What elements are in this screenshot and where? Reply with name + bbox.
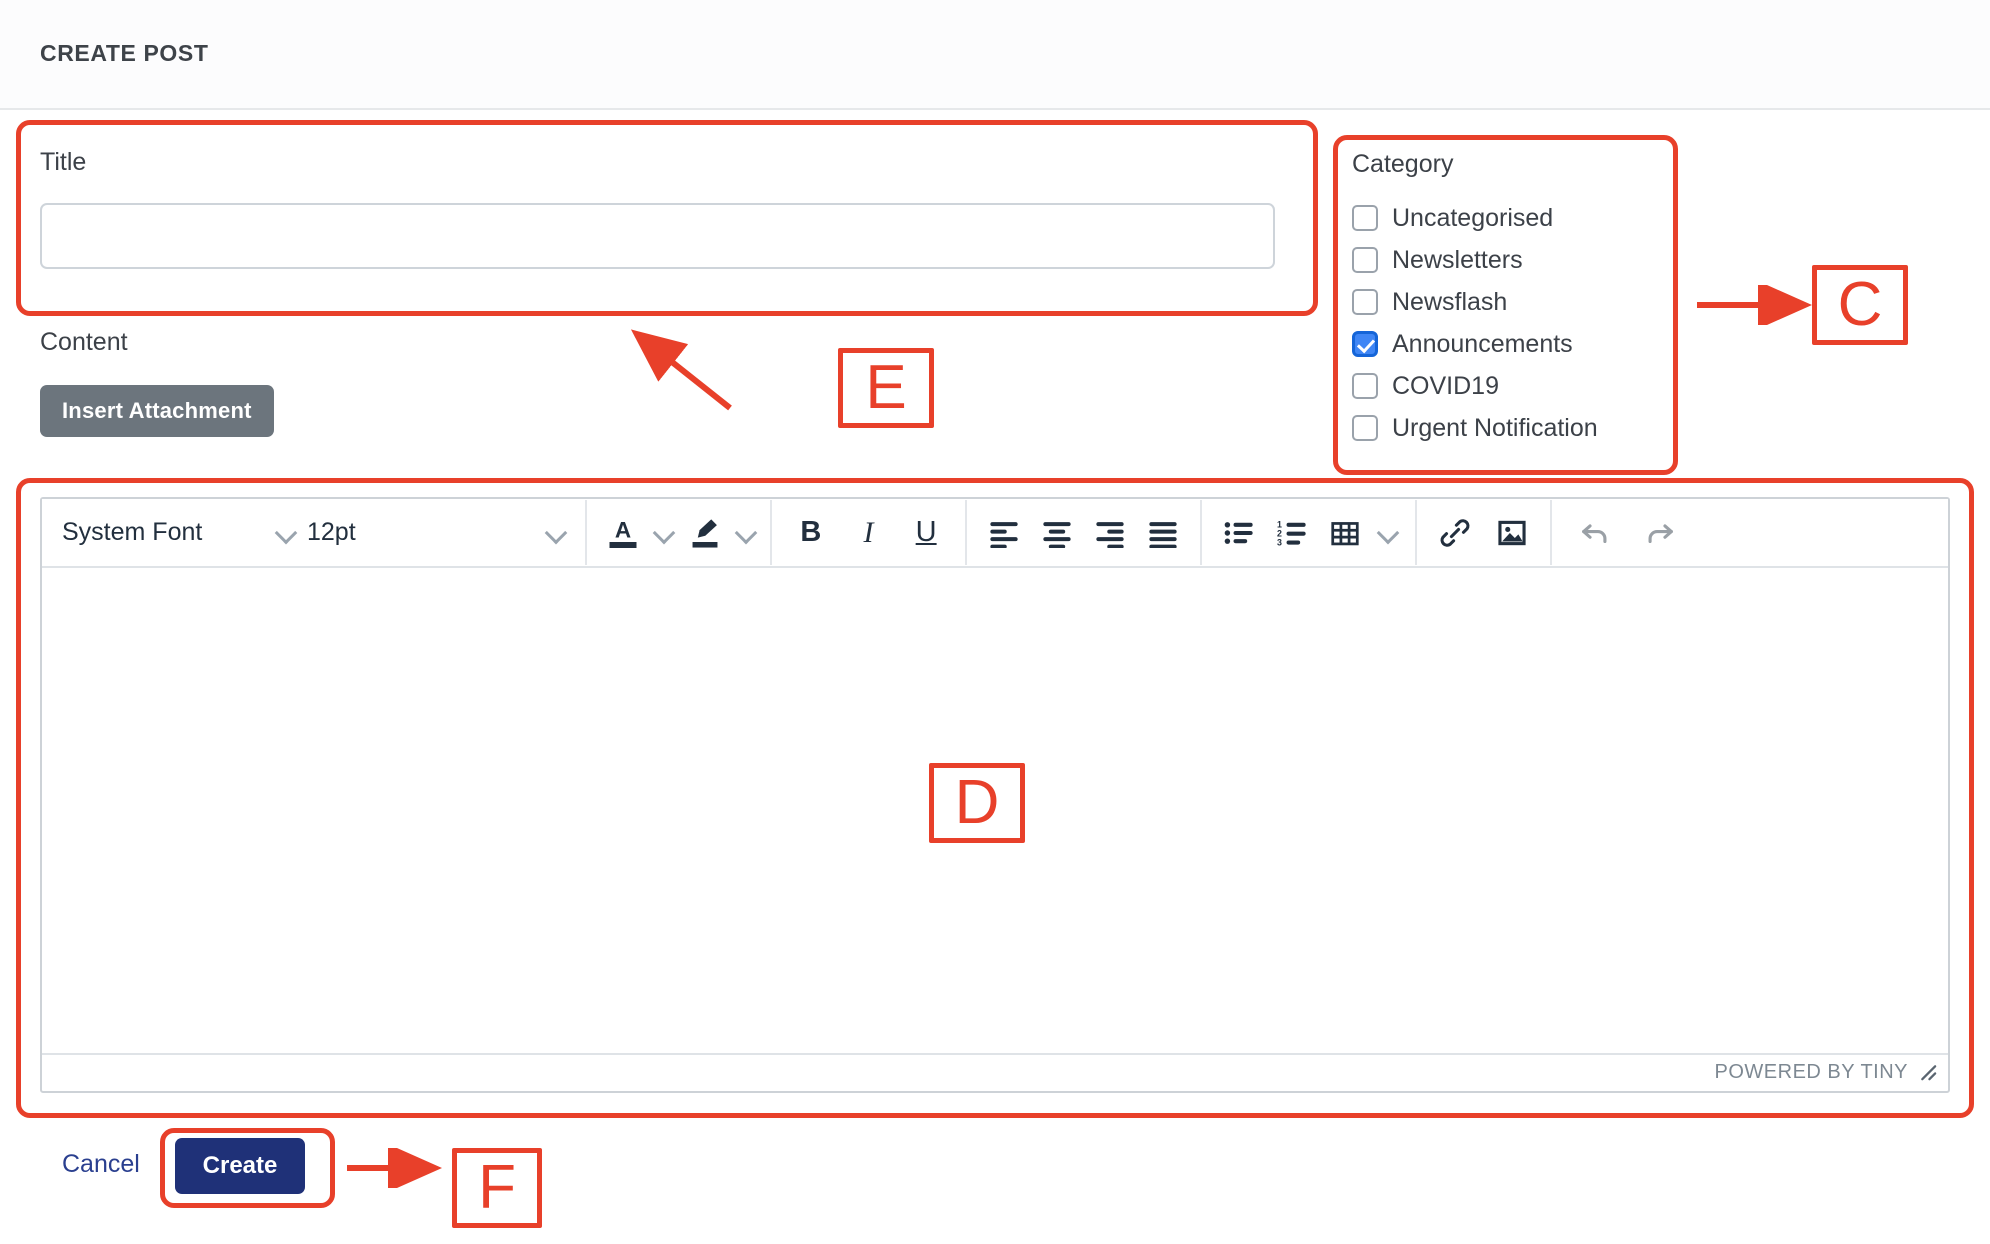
italic-button[interactable]: I bbox=[844, 509, 892, 557]
align-left-button[interactable] bbox=[979, 509, 1029, 557]
bold-button[interactable]: B bbox=[787, 509, 835, 557]
image-icon bbox=[1498, 520, 1526, 545]
toolbar-group-history bbox=[1552, 500, 1702, 565]
checkbox-urgent-notification[interactable] bbox=[1352, 415, 1378, 441]
editor-content-area[interactable] bbox=[42, 568, 1948, 1053]
category-item-announcements[interactable]: Announcements bbox=[1352, 323, 1672, 365]
annotation-marker-c: C bbox=[1812, 265, 1908, 345]
undo-icon bbox=[1581, 523, 1606, 543]
toolbar-group-color: A bbox=[587, 500, 772, 565]
bullet-list-icon bbox=[1224, 521, 1253, 544]
category-item-label: Newsflash bbox=[1392, 287, 1508, 316]
svg-text:3: 3 bbox=[1277, 537, 1282, 547]
checkbox-covid19[interactable] bbox=[1352, 373, 1378, 399]
category-item-label: Uncategorised bbox=[1392, 203, 1554, 232]
title-input[interactable] bbox=[40, 203, 1275, 269]
highlight-color-dropdown[interactable] bbox=[731, 509, 761, 557]
link-icon bbox=[1440, 518, 1470, 547]
title-label: Title bbox=[40, 148, 87, 176]
bold-label: B bbox=[800, 516, 822, 548]
annotation-arrow-c bbox=[1697, 285, 1812, 325]
checkbox-newsflash[interactable] bbox=[1352, 289, 1378, 315]
toolbar-group-insert bbox=[1417, 500, 1552, 565]
annotation-arrow-e bbox=[630, 329, 732, 411]
toolbar-group-align bbox=[967, 500, 1202, 565]
page-title: CREATE POST bbox=[40, 40, 209, 66]
table-icon bbox=[1331, 521, 1359, 545]
title-field-group: Title bbox=[40, 150, 1275, 269]
category-item-label: COVID19 bbox=[1392, 371, 1499, 400]
insert-link-button[interactable] bbox=[1429, 509, 1481, 557]
powered-by-label: POWERED BY TINY bbox=[1714, 1060, 1908, 1083]
bullet-list-button[interactable] bbox=[1214, 509, 1264, 557]
undo-button[interactable] bbox=[1568, 509, 1622, 557]
category-item-uncategorised[interactable]: Uncategorised bbox=[1352, 197, 1672, 239]
cancel-button[interactable]: Cancel bbox=[62, 1150, 140, 1179]
category-item-newsflash[interactable]: Newsflash bbox=[1352, 281, 1672, 323]
annotation-arrow-f bbox=[347, 1148, 442, 1188]
create-post-page: CREATE POST Title Content Insert Attachm… bbox=[0, 0, 1990, 1244]
editor-status-bar: POWERED BY TINY bbox=[42, 1053, 1948, 1089]
editor-toolbar: System Font 12pt A B I U 1 2 3 bbox=[42, 499, 1948, 568]
editor-resize-handle[interactable] bbox=[1918, 1062, 1938, 1082]
highlight-color-button[interactable] bbox=[679, 509, 731, 557]
rich-text-editor: System Font 12pt A B I U 1 2 3 POWERED B… bbox=[40, 497, 1950, 1093]
chevron-down-icon bbox=[1377, 522, 1399, 544]
italic-label: I bbox=[863, 515, 874, 549]
annotation-marker-f: F bbox=[452, 1148, 542, 1228]
svg-text:A: A bbox=[615, 517, 631, 542]
align-right-button[interactable] bbox=[1085, 509, 1135, 557]
font-family-select[interactable]: System Font bbox=[52, 509, 297, 557]
align-justify-icon bbox=[1149, 521, 1178, 548]
panel-header: CREATE POST bbox=[0, 0, 1990, 110]
align-right-icon bbox=[1096, 521, 1124, 548]
text-color-icon: A bbox=[609, 517, 637, 548]
annotation-marker-e: E bbox=[838, 348, 934, 428]
redo-icon bbox=[1648, 523, 1673, 543]
category-item-covid19[interactable]: COVID19 bbox=[1352, 365, 1672, 407]
checkbox-uncategorised[interactable] bbox=[1352, 205, 1378, 231]
chevron-down-icon bbox=[545, 522, 567, 544]
category-panel: Category Uncategorised Newsletters Newsf… bbox=[1352, 150, 1672, 449]
font-size-select[interactable]: 12pt bbox=[297, 509, 567, 557]
chevron-down-icon bbox=[653, 522, 675, 544]
resize-grip-icon bbox=[1921, 1065, 1937, 1081]
create-button[interactable]: Create bbox=[175, 1138, 305, 1194]
align-center-button[interactable] bbox=[1032, 509, 1082, 557]
toolbar-group-font: System Font 12pt bbox=[42, 500, 587, 565]
chevron-down-icon bbox=[275, 522, 297, 544]
numbered-list-button[interactable]: 1 2 3 bbox=[1267, 509, 1317, 557]
category-item-label: Announcements bbox=[1392, 329, 1573, 358]
category-item-newsletters[interactable]: Newsletters bbox=[1352, 239, 1672, 281]
insert-image-button[interactable] bbox=[1486, 509, 1538, 557]
font-family-value: System Font bbox=[62, 518, 203, 546]
toolbar-group-lists: 1 2 3 bbox=[1202, 500, 1417, 565]
align-center-icon bbox=[1043, 521, 1071, 548]
align-left-icon bbox=[989, 521, 1018, 548]
highlighter-icon bbox=[692, 518, 718, 548]
underline-label: U bbox=[915, 516, 937, 548]
text-color-dropdown[interactable] bbox=[649, 509, 679, 557]
category-item-urgent-notification[interactable]: Urgent Notification bbox=[1352, 407, 1672, 449]
redo-button[interactable] bbox=[1633, 509, 1687, 557]
align-justify-button[interactable] bbox=[1138, 509, 1188, 557]
chevron-down-icon bbox=[735, 522, 757, 544]
table-dropdown[interactable] bbox=[1373, 509, 1403, 557]
checkbox-announcements[interactable] bbox=[1352, 331, 1378, 357]
font-size-value: 12pt bbox=[307, 518, 356, 546]
underline-button[interactable]: U bbox=[902, 509, 950, 557]
content-label: Content bbox=[40, 328, 128, 356]
category-item-label: Urgent Notification bbox=[1392, 413, 1598, 442]
table-button[interactable] bbox=[1320, 509, 1370, 557]
numbered-list-icon: 1 2 3 bbox=[1277, 519, 1306, 547]
category-title: Category bbox=[1352, 150, 1454, 178]
text-color-button[interactable]: A bbox=[597, 509, 649, 557]
category-item-label: Newsletters bbox=[1392, 245, 1523, 274]
checkbox-newsletters[interactable] bbox=[1352, 247, 1378, 273]
toolbar-group-format: B I U bbox=[772, 500, 967, 565]
insert-attachment-button[interactable]: Insert Attachment bbox=[40, 385, 274, 437]
